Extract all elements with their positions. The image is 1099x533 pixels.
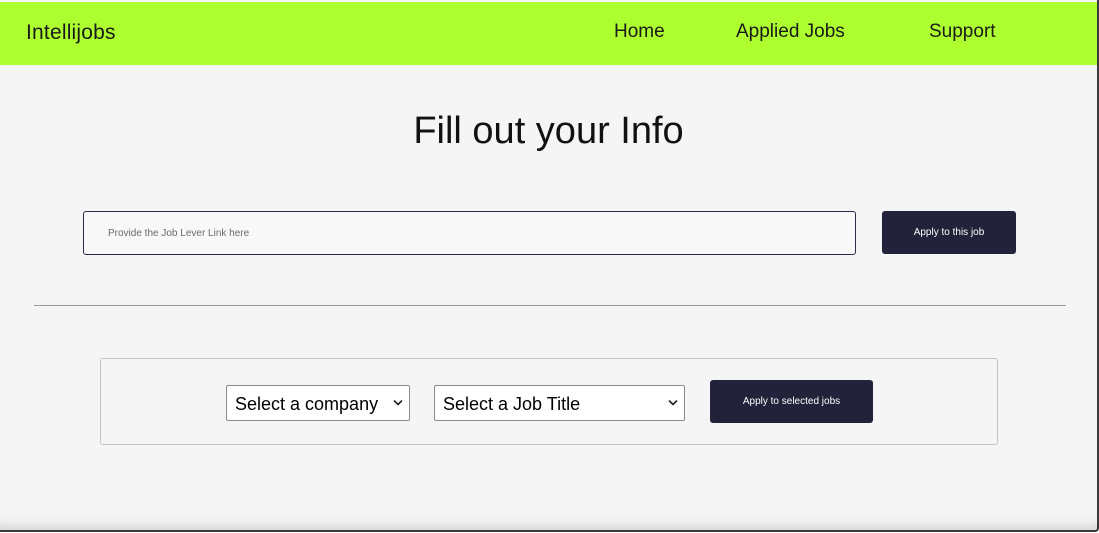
- section-divider: [34, 305, 1066, 306]
- brand-logo[interactable]: Intellijobs: [26, 21, 116, 45]
- nav-link-support[interactable]: Support: [929, 21, 996, 43]
- nav-link-home[interactable]: Home: [614, 21, 665, 43]
- nav-link-applied-jobs[interactable]: Applied Jobs: [736, 21, 845, 43]
- company-select[interactable]: Select a company: [226, 385, 410, 421]
- apply-to-job-button[interactable]: Apply to this job: [882, 211, 1016, 254]
- job-title-select[interactable]: Select a Job Title: [434, 385, 685, 421]
- job-selection-panel: Select a company Select a Job Title Appl…: [100, 358, 998, 445]
- job-link-input[interactable]: [83, 211, 856, 255]
- page-title: Fill out your Info: [413, 110, 684, 152]
- chevron-down-icon: [668, 400, 678, 406]
- apply-selected-jobs-button[interactable]: Apply to selected jobs: [710, 380, 873, 423]
- job-title-select-value: Select a Job Title: [443, 394, 581, 414]
- app-window: Intellijobs Home Applied Jobs Support Fi…: [0, 0, 1099, 532]
- top-navbar: Intellijobs Home Applied Jobs Support: [0, 2, 1097, 65]
- company-select-value: Select a company: [235, 394, 379, 414]
- chevron-down-icon: [393, 400, 403, 406]
